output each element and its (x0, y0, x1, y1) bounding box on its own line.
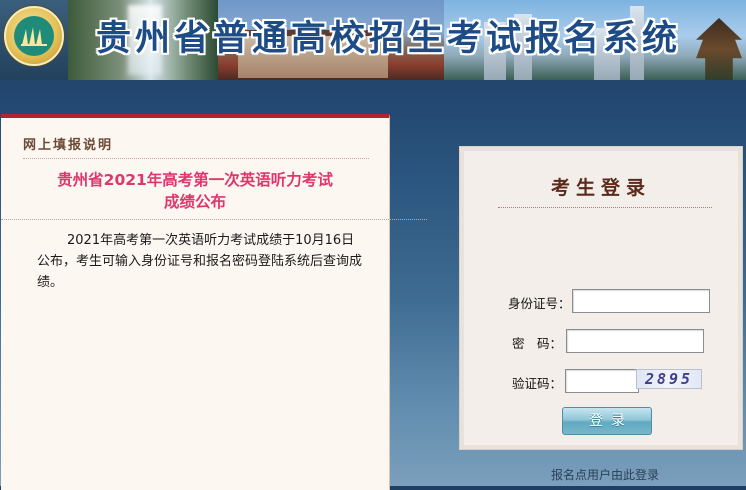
notice-title: 贵州省2021年高考第一次英语听力考试 成绩公布 (1, 169, 389, 213)
id-number-row: 身份证号： (460, 289, 742, 313)
login-panel: 考生登录 身份证号： 密 码： 验证码： 2895 登录 (459, 146, 743, 450)
captcha-label: 验证码： (512, 376, 563, 391)
logo-emblem (14, 16, 54, 56)
system-title: 贵州省普通高校招生考试报名系统 (96, 18, 682, 59)
password-input[interactable] (566, 329, 704, 353)
notice-title-line2: 成绩公布 (163, 193, 226, 211)
login-title: 考生登录 (550, 177, 651, 199)
notice-body: 2021年高考第一次英语听力考试成绩于10月16日公布，考生可输入身份证号和报名… (37, 233, 363, 290)
password-row: 密 码： (460, 329, 742, 353)
banner-pavilion (696, 18, 742, 80)
login-divider (498, 207, 712, 208)
notice-panel: 网上填报说明 贵州省2021年高考第一次英语听力考试 成绩公布 2021年高考第… (1, 114, 427, 490)
id-number-label: 身份证号： (508, 296, 571, 311)
notice-divider (1, 219, 427, 220)
logo-book-icon (21, 27, 47, 46)
agency-login-link[interactable]: 报名点用户由此登录 (551, 466, 659, 483)
login-button[interactable]: 登录 (562, 407, 652, 435)
notice-header: 网上填报说明 (23, 118, 369, 159)
exam-authority-logo-icon (4, 6, 64, 66)
password-label: 密 码： (512, 336, 563, 351)
captcha-image[interactable]: 2895 (636, 369, 702, 389)
id-number-input[interactable] (572, 289, 710, 313)
notice-title-line1: 贵州省2021年高考第一次英语听力考试 (57, 171, 333, 189)
captcha-input[interactable] (565, 369, 639, 393)
captcha-row: 验证码： 2895 (460, 369, 742, 393)
header-banner: 贵州省普通高校招生考试报名系统 (0, 0, 746, 80)
